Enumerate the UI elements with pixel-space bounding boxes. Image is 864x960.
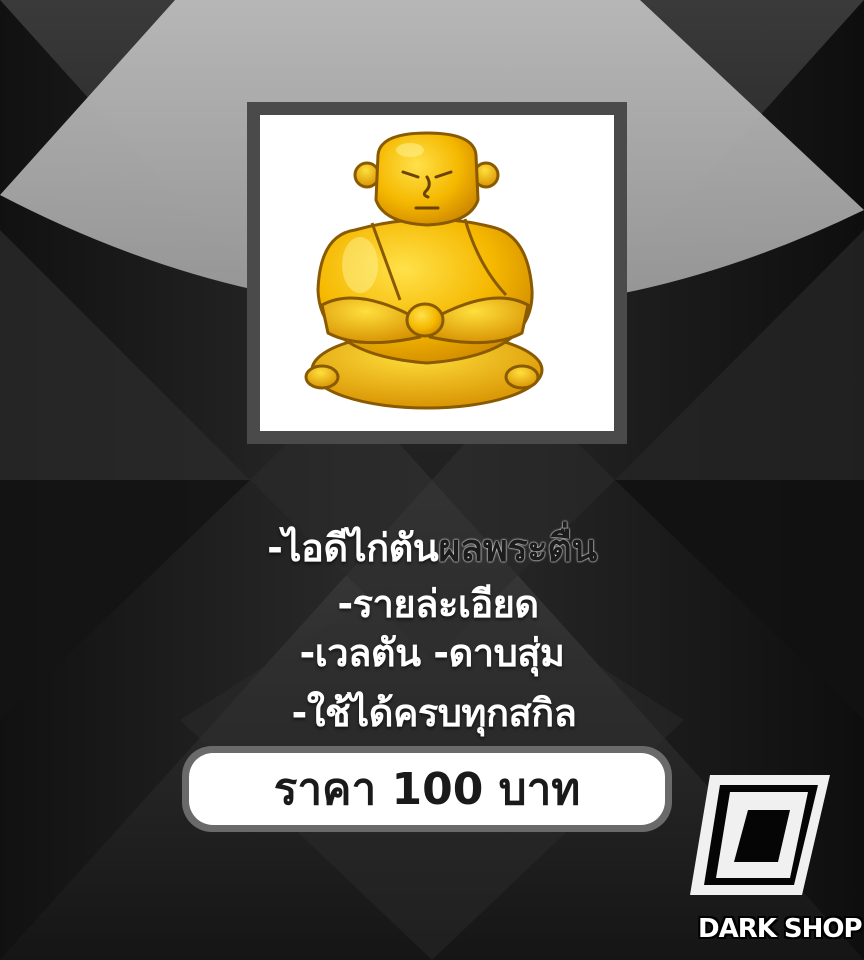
- price-badge: ราคา 100 บาท: [182, 746, 672, 832]
- brand-name: DARK SHOP: [698, 914, 863, 944]
- detail-line-id-fruit: ผลพระตื่น: [438, 526, 597, 570]
- product-image-frame: [247, 102, 627, 444]
- detail-line-level-sword: -เวลตัน -ดาบสุ่ม: [299, 631, 565, 675]
- product-image: [260, 115, 614, 431]
- golden-buddha-fruit-icon: [304, 131, 544, 410]
- dark-d-logo-icon: [690, 775, 830, 895]
- detail-line-id-prefix: -ไอดีไก่ตัน: [267, 526, 439, 570]
- promo-card: -ไอดีไก่ตันผลพระตื่น -รายล่ะเอียด -เวลตั…: [0, 0, 864, 960]
- price-label: ราคา 100 บาท: [273, 764, 581, 815]
- detail-line-skills: -ใช้ได้ครบทุกสกิล: [291, 691, 577, 735]
- detail-line-id: -ไอดีไก่ตันผลพระตื่น: [0, 517, 864, 578]
